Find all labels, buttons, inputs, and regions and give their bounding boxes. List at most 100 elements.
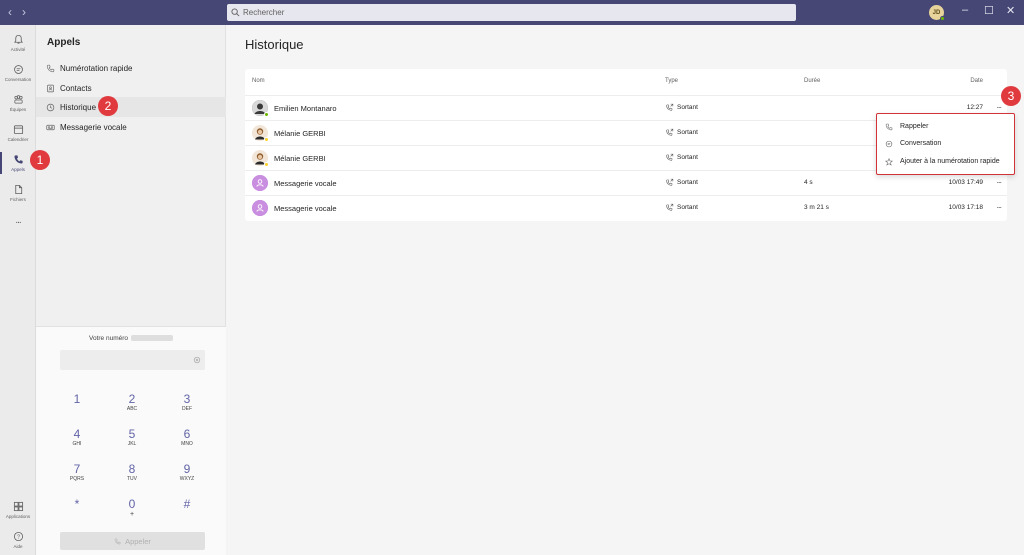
rail-item-activite[interactable]: Activité bbox=[0, 28, 36, 58]
star-icon bbox=[885, 157, 893, 166]
rail-item-applications[interactable]: Applications bbox=[0, 495, 36, 525]
pane-item-label: Historique bbox=[60, 102, 97, 112]
minimize-icon[interactable]: – bbox=[962, 4, 968, 16]
more-options-icon[interactable]: ... bbox=[996, 100, 1001, 110]
dial-key-9[interactable]: 9 WXYZ bbox=[167, 463, 207, 483]
step-badge-2: 2 bbox=[98, 96, 118, 116]
outgoing-call-icon bbox=[666, 178, 674, 186]
call-button[interactable]: Appeler bbox=[60, 532, 205, 550]
dial-key-digit: 3 bbox=[183, 392, 191, 406]
file-icon bbox=[14, 184, 22, 195]
voicemail-avatar-icon bbox=[252, 175, 268, 191]
pane-item-label: Messagerie vocale bbox=[60, 122, 127, 132]
rail-item-fichiers[interactable]: Fichiers bbox=[0, 178, 36, 208]
user-avatar[interactable]: JD bbox=[929, 5, 945, 21]
phone-icon bbox=[46, 64, 55, 72]
dial-key-digit: 0 bbox=[128, 497, 136, 511]
call-type-label: Sortant bbox=[677, 129, 698, 136]
dial-key-3[interactable]: 3 DEF bbox=[167, 393, 207, 413]
rail-label: Calendrier bbox=[7, 137, 29, 142]
call-type: Sortant bbox=[665, 128, 698, 137]
menu-item-add-speed-dial[interactable]: Ajouter à la numérotation rapide bbox=[877, 153, 1014, 170]
maximize-icon[interactable]: ☐ bbox=[984, 4, 994, 17]
close-icon[interactable]: ✕ bbox=[1006, 4, 1015, 17]
presence-icon bbox=[264, 162, 269, 167]
search-placeholder: Rechercher bbox=[243, 8, 285, 17]
dial-key-1[interactable]: 1 bbox=[57, 393, 97, 406]
presence-available-icon bbox=[940, 16, 945, 21]
column-header-type[interactable]: Type bbox=[665, 78, 678, 84]
row-context-menu: Rappeler Conversation Ajouter à la numér… bbox=[876, 113, 1015, 175]
dial-key-star[interactable]: * bbox=[57, 498, 97, 511]
dial-key-digit: 4 bbox=[73, 427, 81, 441]
pane-item-voicemail[interactable]: Messagerie vocale bbox=[36, 117, 226, 137]
rail-label: Aide bbox=[13, 544, 23, 549]
rail-label: Appels bbox=[11, 167, 25, 172]
dial-key-digit: 9 bbox=[183, 462, 191, 476]
forward-arrow-icon[interactable]: › bbox=[22, 5, 26, 19]
call-type-label: Sortant bbox=[677, 179, 698, 186]
call-type: Sortant bbox=[665, 103, 698, 112]
dial-key-digit: 2 bbox=[128, 392, 136, 406]
pane-item-label: Numérotation rapide bbox=[60, 63, 133, 73]
dial-key-letters: JKL bbox=[127, 441, 137, 447]
blurred-number bbox=[131, 335, 174, 342]
phone-icon bbox=[114, 538, 121, 544]
column-header-duration[interactable]: Durée bbox=[804, 78, 820, 84]
call-type-label: Sortant bbox=[677, 104, 698, 111]
contact-name: Mélanie GERBI bbox=[274, 129, 326, 138]
dial-key-hash[interactable]: # bbox=[167, 498, 207, 511]
column-header-name[interactable]: Nom bbox=[252, 78, 265, 84]
more-options-icon[interactable]: ... bbox=[996, 200, 1001, 210]
dial-key-digit: 6 bbox=[183, 427, 191, 441]
search-input[interactable]: Rechercher bbox=[227, 4, 796, 21]
dial-key-digit: 1 bbox=[73, 392, 81, 406]
teams-icon bbox=[13, 95, 23, 104]
step-badge-3: 3 bbox=[1001, 86, 1021, 106]
rail-item-equipes[interactable]: Équipes bbox=[0, 88, 36, 118]
title-bar: ‹ › Rechercher JD – ☐ ✕ bbox=[0, 0, 1024, 25]
phone-icon bbox=[885, 123, 893, 130]
rail-item-more[interactable]: ... bbox=[0, 205, 36, 235]
menu-item-label: Ajouter à la numérotation rapide bbox=[900, 158, 1000, 165]
dial-key-7[interactable]: 7 PQRS bbox=[57, 463, 97, 483]
rail-label: Fichiers bbox=[10, 197, 26, 202]
dial-key-letters: DEF bbox=[182, 406, 192, 412]
pane-item-historique[interactable]: Historique bbox=[36, 97, 226, 117]
number-input[interactable] bbox=[60, 350, 205, 370]
clock-icon bbox=[46, 103, 55, 111]
rail-item-calendrier[interactable]: Calendrier bbox=[0, 118, 36, 148]
table-row[interactable]: Messagerie vocale Sortant 3 m 21 s 10/03… bbox=[245, 195, 1007, 220]
dial-key-8[interactable]: 8 TUV bbox=[112, 463, 152, 483]
dial-key-6[interactable]: 6 MNO bbox=[167, 428, 207, 448]
backspace-icon[interactable] bbox=[193, 356, 201, 364]
contact-name: Messagerie vocale bbox=[274, 179, 337, 188]
menu-item-label: Rappeler bbox=[900, 123, 929, 130]
dial-key-5[interactable]: 5 JKL bbox=[112, 428, 152, 448]
dial-key-letters: PQRS bbox=[69, 476, 85, 482]
rail-label: Applications bbox=[5, 514, 31, 519]
rail-label: Conversation bbox=[4, 77, 32, 82]
presence-icon bbox=[264, 137, 269, 142]
call-type-label: Sortant bbox=[677, 154, 698, 161]
rail-item-aide[interactable]: ? Aide bbox=[0, 525, 36, 555]
more-options-icon[interactable]: ... bbox=[996, 175, 1001, 185]
column-header-date[interactable]: Date bbox=[970, 78, 983, 84]
dial-key-2[interactable]: 2 ABC bbox=[112, 393, 152, 413]
dial-key-4[interactable]: 4 GHI bbox=[57, 428, 97, 448]
dial-key-letters: GHI bbox=[72, 441, 82, 447]
call-duration: 3 m 21 s bbox=[804, 204, 829, 211]
outgoing-call-icon bbox=[666, 203, 674, 211]
more-icon: ... bbox=[15, 214, 21, 226]
menu-item-conversation[interactable]: Conversation bbox=[877, 135, 1014, 152]
menu-item-rappeler[interactable]: Rappeler bbox=[877, 118, 1014, 135]
rail-label: Activité bbox=[10, 47, 26, 52]
avatar bbox=[252, 200, 268, 216]
back-arrow-icon[interactable]: ‹ bbox=[8, 5, 12, 19]
rail-item-conversation[interactable]: Conversation bbox=[0, 58, 36, 88]
chat-icon bbox=[885, 140, 893, 147]
dial-key-letters: + bbox=[129, 511, 135, 518]
pane-item-speed-dial[interactable]: Numérotation rapide bbox=[36, 58, 226, 78]
dial-key-0[interactable]: 0 + bbox=[112, 497, 152, 519]
pane-item-contacts[interactable]: Contacts bbox=[36, 78, 226, 98]
